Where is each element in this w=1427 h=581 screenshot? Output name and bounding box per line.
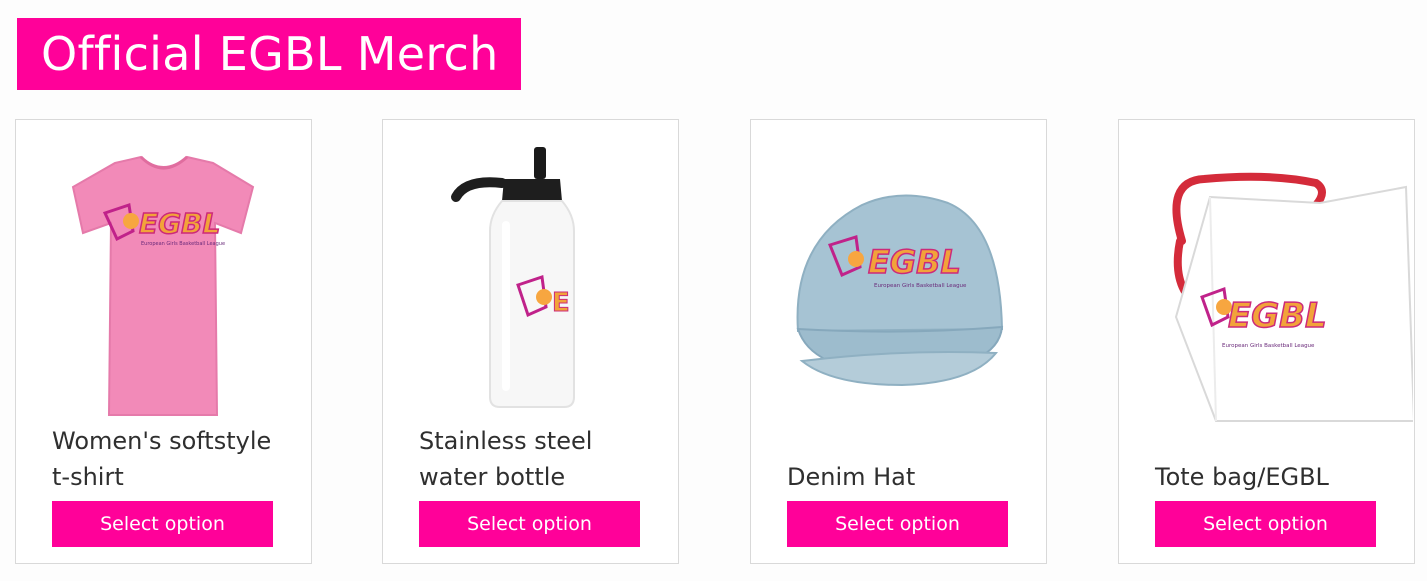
product-card[interactable]: EGBL European Girls Basketball League De… (750, 119, 1047, 564)
page-title: Official EGBL Merch (17, 18, 521, 90)
svg-text:EGBL: EGBL (868, 243, 961, 281)
svg-text:EGBL: EGBL (1228, 296, 1327, 336)
product-image[interactable]: EGBL European Girls Basketball League (17, 121, 310, 423)
tote-bag-image: EGBL European Girls Basketball League (1120, 121, 1413, 423)
product-image[interactable]: E (384, 121, 677, 423)
svg-text:E: E (552, 288, 570, 318)
product-title[interactable]: Stainless steel water bottle (419, 423, 659, 495)
product-title[interactable]: Women's softstyle t-shirt (52, 423, 292, 495)
product-title[interactable]: Tote bag/EGBL (1155, 459, 1395, 495)
svg-text:European Girls Basketball Leag: European Girls Basketball League (1222, 343, 1315, 349)
svg-text:European Girls Basketball Leag: European Girls Basketball League (874, 283, 967, 289)
svg-text:EGBL: EGBL (139, 207, 220, 240)
water-bottle-image: E (384, 121, 677, 423)
select-option-button[interactable]: Select option (52, 501, 273, 547)
product-card[interactable]: EGBL European Girls Basketball League Wo… (15, 119, 312, 564)
select-option-button[interactable]: Select option (419, 501, 640, 547)
select-option-button[interactable]: Select option (787, 501, 1008, 547)
product-image[interactable]: EGBL European Girls Basketball League (1120, 121, 1413, 423)
pink-tshirt-image: EGBL European Girls Basketball League (17, 121, 310, 423)
denim-cap-image: EGBL European Girls Basketball League (752, 121, 1045, 423)
product-image[interactable]: EGBL European Girls Basketball League (752, 121, 1045, 423)
product-card[interactable]: E Stainless steel water bottle Select op… (382, 119, 679, 564)
svg-text:European Girls Basketball Leag: European Girls Basketball League (141, 241, 225, 247)
product-title[interactable]: Denim Hat (787, 459, 1027, 495)
product-card[interactable]: EGBL European Girls Basketball League To… (1118, 119, 1415, 564)
select-option-button[interactable]: Select option (1155, 501, 1376, 547)
